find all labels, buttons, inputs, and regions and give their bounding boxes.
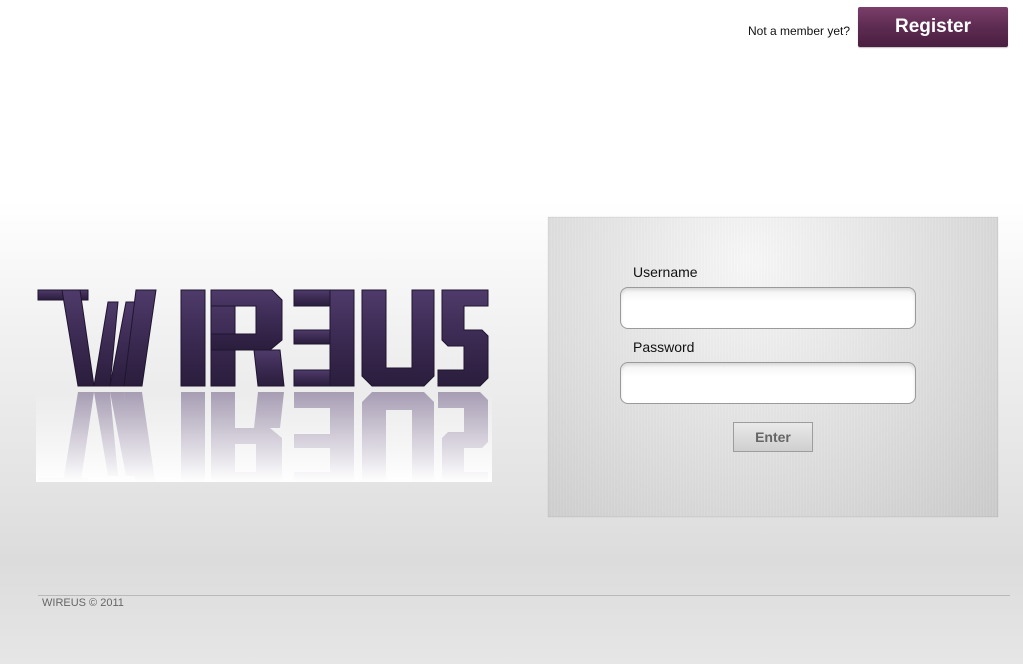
footer-divider bbox=[38, 595, 1010, 596]
wireus-logo bbox=[36, 289, 492, 482]
username-label: Username bbox=[633, 264, 698, 280]
username-input[interactable] bbox=[620, 287, 916, 329]
logo-letters bbox=[37, 289, 489, 387]
password-label: Password bbox=[633, 339, 695, 355]
login-panel: Username Password Enter bbox=[548, 217, 998, 517]
not-member-text: Not a member yet? bbox=[748, 24, 851, 38]
password-input[interactable] bbox=[620, 362, 916, 404]
enter-button[interactable]: Enter bbox=[733, 422, 813, 452]
register-button[interactable]: Register bbox=[858, 7, 1008, 47]
footer-copyright: WIREUS © 2011 bbox=[42, 597, 124, 609]
